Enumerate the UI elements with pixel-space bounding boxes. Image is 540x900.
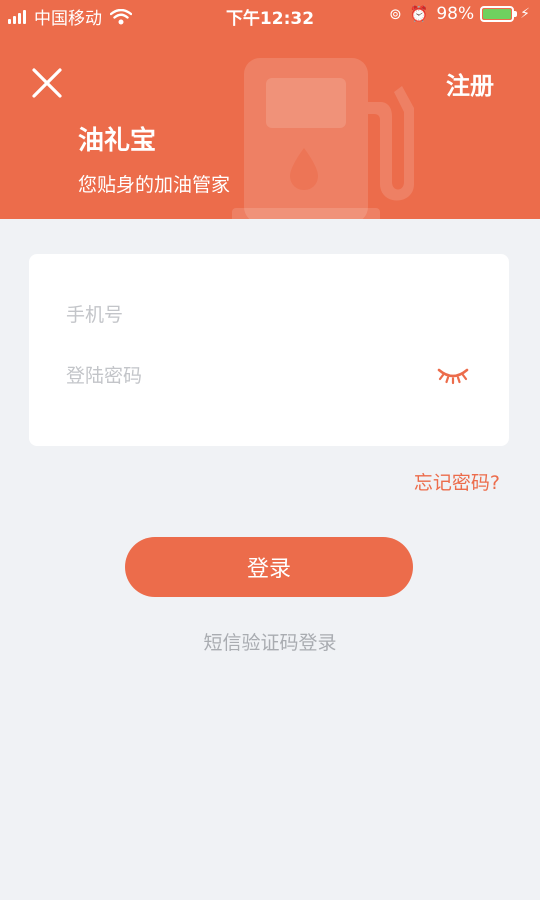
fuel-pump-icon xyxy=(232,58,414,219)
charging-icon: ⚡ xyxy=(520,6,530,22)
battery-percent: 98% xyxy=(436,4,475,24)
login-card xyxy=(29,254,509,446)
battery-icon xyxy=(480,6,518,22)
password-input[interactable] xyxy=(66,356,426,396)
sms-login-link[interactable]: 短信验证码登录 xyxy=(0,628,540,655)
screen-lock-icon: ⊚ xyxy=(389,5,402,23)
app-title: 油礼宝 xyxy=(78,126,157,156)
eye-closed-icon[interactable] xyxy=(437,364,469,386)
close-icon[interactable] xyxy=(28,64,66,102)
forgot-password-link[interactable]: 忘记密码? xyxy=(414,468,500,495)
alarm-icon: ⏰ xyxy=(409,5,429,23)
header-banner: 中国移动 下午12:32 ⊚ ⏰ 98% ⚡ 注册 油礼宝 您贴身的加油管家 xyxy=(0,0,540,219)
login-button[interactable]: 登录 xyxy=(125,537,413,597)
battery-level xyxy=(483,9,511,19)
status-right: ⊚ ⏰ 98% ⚡ xyxy=(389,4,530,24)
register-button[interactable]: 注册 xyxy=(446,66,494,101)
status-bar: 中国移动 下午12:32 ⊚ ⏰ 98% ⚡ xyxy=(0,0,540,30)
phone-input[interactable] xyxy=(66,295,466,335)
app-slogan: 您贴身的加油管家 xyxy=(78,174,231,196)
